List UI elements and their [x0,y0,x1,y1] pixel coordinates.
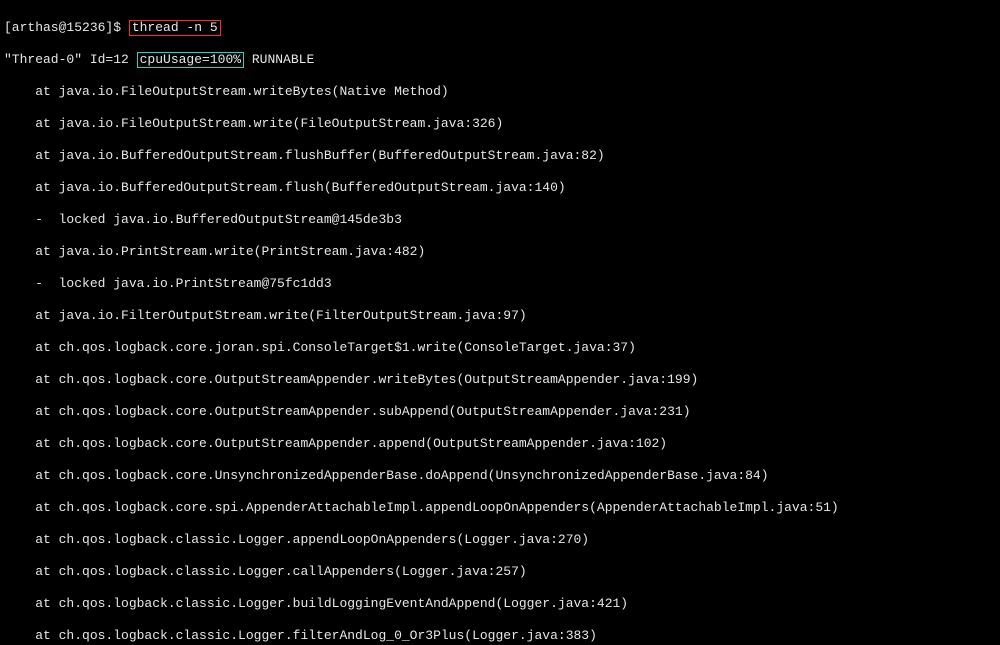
stack-frame: at ch.qos.logback.core.UnsynchronizedApp… [4,468,996,484]
stack-frame: at ch.qos.logback.classic.Logger.buildLo… [4,596,996,612]
stack-frame: at java.io.PrintStream.write(PrintStream… [4,244,996,260]
cpu-usage-highlight: cpuUsage=100% [137,52,244,68]
stack-frame: at ch.qos.logback.core.OutputStreamAppen… [4,404,996,420]
stack-frame: at ch.qos.logback.classic.Logger.callApp… [4,564,996,580]
stack-frame: at ch.qos.logback.classic.Logger.appendL… [4,532,996,548]
stack-frame: - locked java.io.PrintStream@75fc1dd3 [4,276,996,292]
stack-frame: - locked java.io.BufferedOutputStream@14… [4,212,996,228]
thread-header: "Thread-0" Id=12 cpuUsage=100% RUNNABLE [4,52,996,68]
thread-name: "Thread-0" Id=12 [4,52,137,67]
stack-frame: at ch.qos.logback.core.OutputStreamAppen… [4,436,996,452]
stack-frame: at ch.qos.logback.classic.Logger.filterA… [4,628,996,644]
stack-frame: at ch.qos.logback.core.spi.AppenderAttac… [4,500,996,516]
stack-frame: at java.io.FileOutputStream.write(FileOu… [4,116,996,132]
stack-frame: at java.io.FilterOutputStream.write(Filt… [4,308,996,324]
stack-frame: at ch.qos.logback.core.OutputStreamAppen… [4,372,996,388]
stack-frame: at java.io.FileOutputStream.writeBytes(N… [4,84,996,100]
thread-state: RUNNABLE [244,52,314,67]
command-highlight: thread -n 5 [129,20,221,36]
stack-frame: at java.io.BufferedOutputStream.flush(Bu… [4,180,996,196]
stack-frame: at java.io.BufferedOutputStream.flushBuf… [4,148,996,164]
terminal-output[interactable]: [arthas@15236]$ thread -n 5 "Thread-0" I… [0,0,1000,645]
prompt-line[interactable]: [arthas@15236]$ thread -n 5 [4,20,996,36]
prompt-prefix: [arthas@15236]$ [4,20,129,35]
stack-frame: at ch.qos.logback.core.joran.spi.Console… [4,340,996,356]
